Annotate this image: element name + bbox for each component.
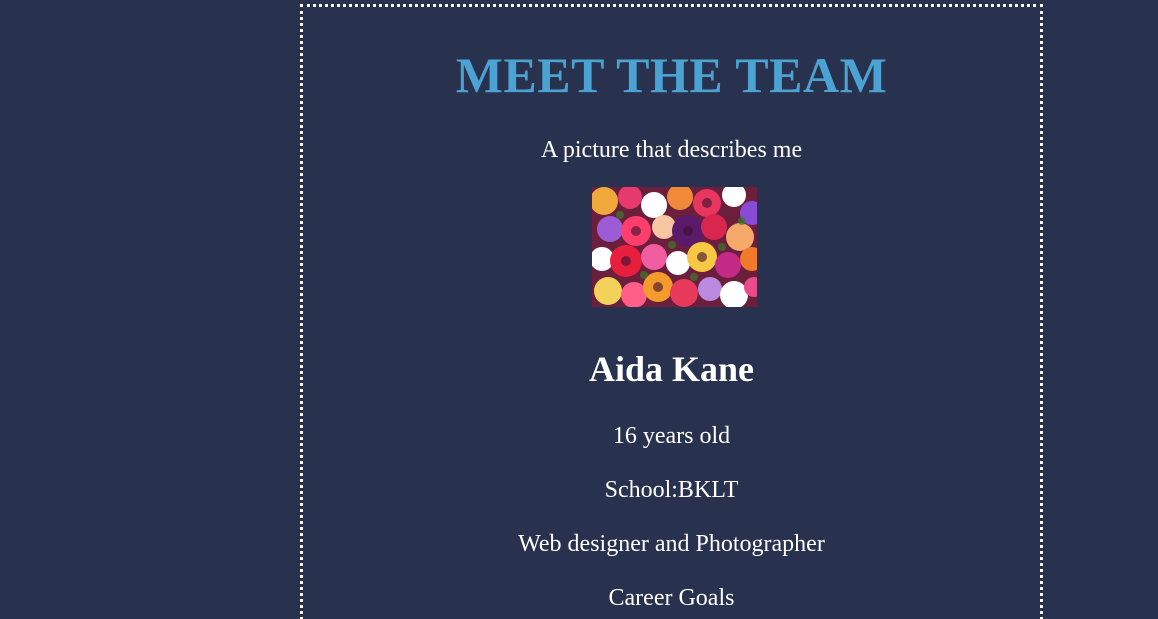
flowers-photo (592, 187, 757, 307)
member-name: Aida Kane (588, 349, 755, 389)
page-title: MEET THE TEAM (455, 47, 888, 103)
picture-caption: A picture that describes me (540, 137, 803, 163)
member-school: School:BKLT (604, 477, 739, 503)
member-age: 16 years old (612, 423, 731, 449)
career-goals-heading: Career Goals (608, 585, 735, 611)
member-role: Web designer and Photographer (518, 531, 825, 557)
team-card: MEET THE TEAM A picture that describes m… (300, 4, 1043, 619)
